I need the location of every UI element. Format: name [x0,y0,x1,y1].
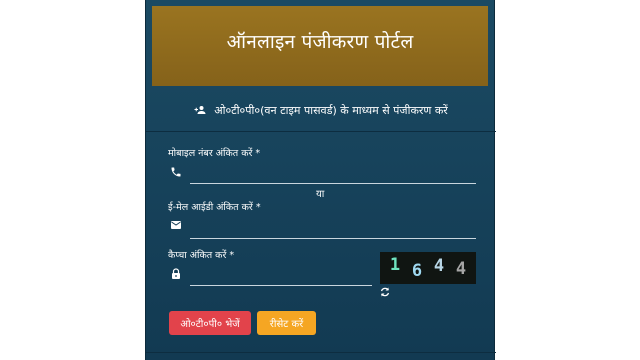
mobile-underline [190,183,476,184]
captcha-underline [190,285,372,286]
email-label: ई-मेल आईडी अंकित करें * [168,202,261,213]
email-underline [190,238,476,239]
captcha-input[interactable] [190,266,370,284]
or-separator: या [316,189,325,200]
page-title: ऑनलाइन पंजीकरण पोर्टल [226,31,414,53]
otp-subheader: ओ०टी०पी०(वन टाइम पासवर्ड) के माध्यम से प… [146,90,496,130]
lock-icon [172,268,180,279]
mobile-input[interactable] [190,164,475,182]
send-otp-button[interactable]: ओ०टी०पी० भेजें [169,311,251,335]
divider [146,131,496,132]
email-input[interactable] [190,219,475,237]
add-user-icon [194,106,206,114]
captcha-image: 1 6 4 4 [380,252,476,284]
registration-card: ऑनलाइन पंजीकरण पोर्टल ओ०टी०पी०(वन टाइम प… [145,0,496,360]
refresh-captcha-icon[interactable] [379,286,391,298]
captcha-label: कैप्चा अंकित करें * [168,250,235,261]
captcha-char: 6 [411,261,423,281]
captcha-char: 4 [433,256,445,276]
reset-button[interactable]: रीसेट करें [257,311,316,335]
captcha-char: 1 [389,255,401,275]
portal-header: ऑनलाइन पंजीकरण पोर्टल [152,6,488,86]
divider [146,352,496,353]
mobile-label: मोबाइल नंबर अंकित करें * [168,148,261,159]
mail-icon [171,221,181,229]
subheader-text: ओ०टी०पी०(वन टाइम पासवर्ड) के माध्यम से प… [214,103,448,117]
phone-icon [171,167,181,177]
captcha-char: 4 [455,259,467,279]
